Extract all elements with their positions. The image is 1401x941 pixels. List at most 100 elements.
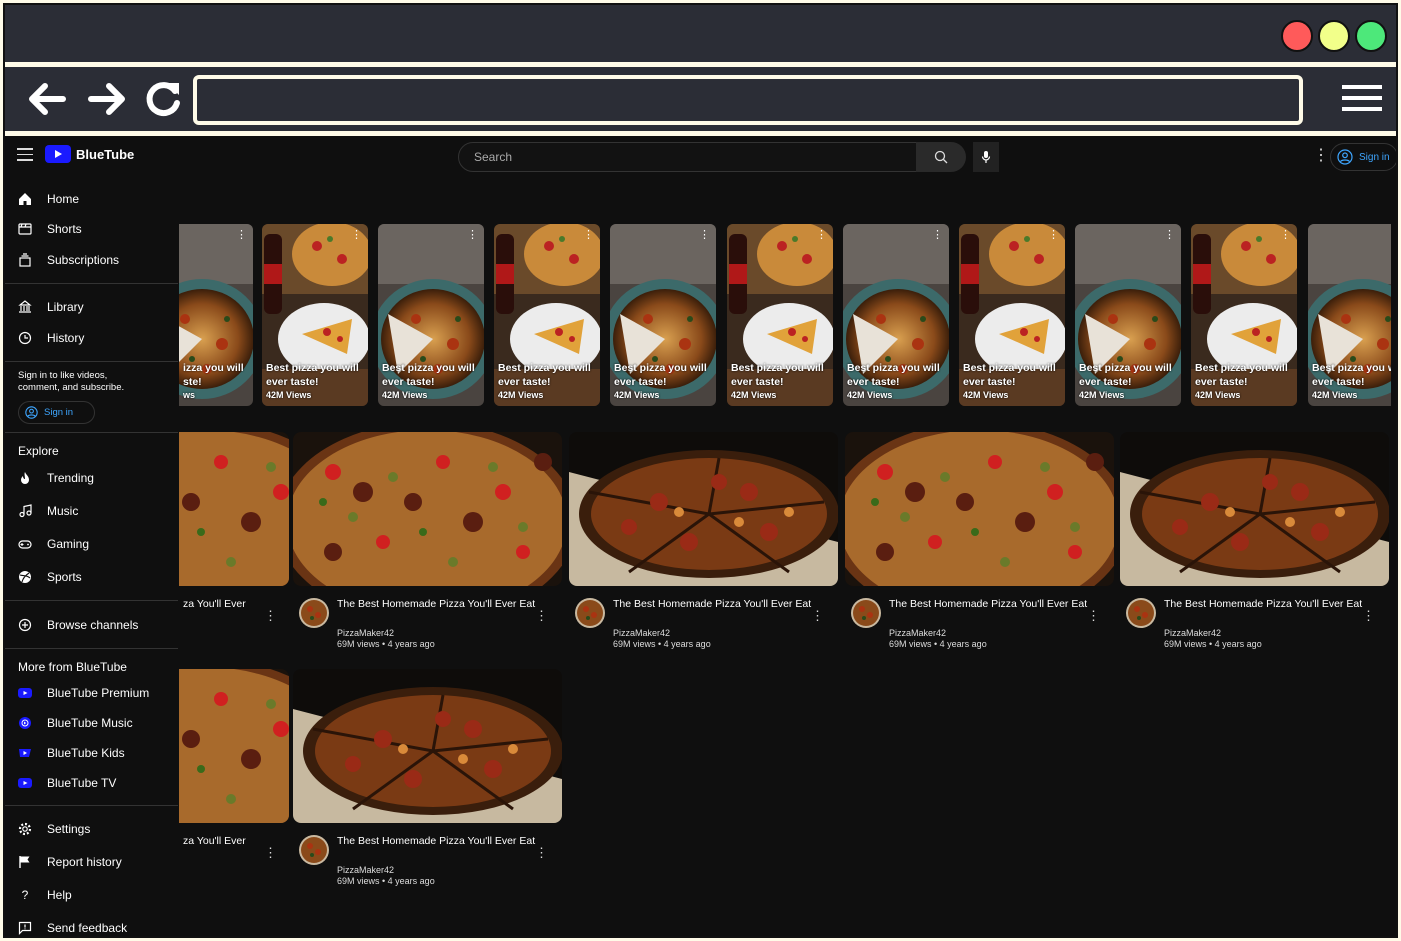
sidebar-item-library[interactable]: Library [5,293,178,321]
video-kebab-icon[interactable]: ⋮ [264,846,277,859]
sidebar-item-music[interactable]: Music [5,497,178,525]
short-card[interactable]: ⋮ Best pizza you will ever taste! 42M Vie… [1191,224,1297,406]
bluetube-page: BlueTube Search ⋮ Sign in Home Shorts Su… [5,136,1396,936]
search-button[interactable] [916,142,966,172]
video-meta: 69M views • 4 years ago [337,876,435,886]
sidebar-item-report-history[interactable]: Report history [5,848,178,876]
video-thumbnail[interactable] [569,432,838,586]
short-views: 42M Views [382,390,428,400]
short-card[interactable]: ⋮ Best pizza you will ever taste! 42M Vie… [262,224,368,406]
channel-avatar[interactable] [575,598,605,628]
account-icon [1337,149,1353,165]
channel-name[interactable]: PizzaMaker42 [337,865,394,875]
sidebar-item-bluetube-tv[interactable]: BlueTube TV [5,769,178,797]
bluetube-logo[interactable]: BlueTube [45,145,134,163]
sidebar-signin-button[interactable]: Sign in [18,401,95,424]
sidebar-item-help[interactable]: ? Help [5,881,178,909]
channel-avatar[interactable] [299,598,329,628]
settings-kebab-icon[interactable]: ⋮ [1313,148,1329,164]
sidebar-item-bluetube-music[interactable]: BlueTube Music [5,709,178,737]
video-card[interactable]: The Best Homemade Pizza You'll Ever Eat … [845,432,1114,649]
video-info: The Best Homemade Pizza You'll Ever Eat … [293,586,562,649]
forward-arrow-icon[interactable] [83,75,131,123]
sidebar-item-subscriptions[interactable]: Subscriptions [5,246,178,274]
hamburger-menu-icon[interactable] [17,148,33,162]
minimize-window-dot[interactable] [1318,20,1350,52]
channel-avatar[interactable] [1126,598,1156,628]
video-kebab-icon[interactable]: ⋮ [535,846,548,859]
short-kebab-icon[interactable]: ⋮ [1048,230,1059,241]
sidebar-item-bluetube-kids[interactable]: BlueTube Kids [5,739,178,767]
reload-icon[interactable] [139,75,187,123]
video-title[interactable]: The Best Homemade Pizza You'll Ever Eat [337,598,537,611]
video-card[interactable]: The Best Homemade Pizza You'll Ever Eat … [569,432,838,649]
music-app-icon [5,717,45,729]
short-card[interactable]: ⋮ Best pizza you will ever taste! 42M Vie… [843,224,949,406]
video-kebab-icon[interactable]: ⋮ [1362,609,1375,622]
short-card[interactable]: ⋮ Best pizza you wever taste! 42M Views [1308,224,1391,406]
signin-button[interactable]: Sign in [1330,143,1396,171]
video-thumbnail[interactable] [845,432,1114,586]
sidebar-item-browse-channels[interactable]: Browse channels [5,611,178,639]
sidebar-item-send-feedback[interactable]: Send feedback [5,914,178,936]
channel-name[interactable]: PizzaMaker42 [337,628,394,638]
short-kebab-icon[interactable]: ⋮ [1164,230,1175,241]
short-card[interactable]: ⋮ izza you will ste! ws [179,224,253,406]
microphone-button[interactable] [973,142,999,172]
short-title: Best pizza you will ever taste! [498,362,591,388]
short-views: 42M Views [1312,390,1358,400]
channel-name[interactable]: PizzaMaker42 [613,628,670,638]
video-card[interactable]: The Best Homemade Pizza You'll Ever Eat … [293,432,562,649]
sidebar-item-gaming[interactable]: Gaming [5,530,178,558]
short-card[interactable]: ⋮ Best pizza you will ever taste! 42M Vie… [494,224,600,406]
sidebar-item-trending[interactable]: Trending [5,464,178,492]
short-kebab-icon[interactable]: ⋮ [1280,230,1291,241]
short-kebab-icon[interactable]: ⋮ [932,230,943,241]
sidebar-item-premium[interactable]: BlueTube Premium [5,679,178,707]
video-kebab-icon[interactable]: ⋮ [535,609,548,622]
short-title: Best pizza you will ever taste! [1079,362,1172,388]
close-window-dot[interactable] [1281,20,1313,52]
short-card[interactable]: ⋮ Best pizza you will ever taste! 42M Vie… [378,224,484,406]
channel-name[interactable]: PizzaMaker42 [1164,628,1221,638]
search-input[interactable]: Search [458,142,918,172]
video-title[interactable]: The Best Homemade Pizza You'll Ever Eat [1164,598,1364,611]
short-kebab-icon[interactable]: ⋮ [236,230,247,241]
video-title[interactable]: The Best Homemade Pizza You'll Ever Eat [889,598,1089,611]
short-kebab-icon[interactable]: ⋮ [699,230,710,241]
back-arrow-icon[interactable] [23,75,71,123]
url-bar[interactable] [193,75,1303,125]
sidebar-item-sports[interactable]: Sports [5,563,178,591]
maximize-window-dot[interactable] [1355,20,1387,52]
short-card[interactable]: ⋮ Best pizza you will ever taste! 42M Vie… [1075,224,1181,406]
short-card[interactable]: ⋮ Best pizza you will ever taste! 42M Vie… [610,224,716,406]
short-views: 42M Views [963,390,1009,400]
explore-heading: Explore [18,444,59,458]
short-card[interactable]: ⋮ Best pizza you will ever taste! 42M Vie… [727,224,833,406]
short-kebab-icon[interactable]: ⋮ [816,230,827,241]
video-thumbnail[interactable] [293,432,562,586]
video-kebab-icon[interactable]: ⋮ [1087,609,1100,622]
sidebar-item-home[interactable]: Home [5,185,178,213]
video-thumbnail[interactable] [1120,432,1389,586]
browser-menu-icon[interactable] [1342,85,1382,113]
video-title[interactable]: The Best Homemade Pizza You'll Ever Eat [613,598,813,611]
video-kebab-icon[interactable]: ⋮ [264,609,277,622]
short-kebab-icon[interactable]: ⋮ [583,230,594,241]
short-kebab-icon[interactable]: ⋮ [351,230,362,241]
video-kebab-icon[interactable]: ⋮ [811,609,824,622]
channel-avatar[interactable] [851,598,881,628]
video-title[interactable]: The Best Homemade Pizza You'll Ever Eat [337,835,537,848]
channel-avatar[interactable] [299,835,329,865]
channel-name[interactable]: PizzaMaker42 [889,628,946,638]
video-thumbnail[interactable] [293,669,562,823]
title-bar [5,5,1396,62]
video-card[interactable]: The Best Homemade Pizza You'll Ever Eat … [293,669,562,886]
library-icon [5,300,45,314]
sidebar-item-history[interactable]: History [5,324,178,352]
sidebar-item-settings[interactable]: Settings [5,815,178,843]
video-card[interactable]: The Best Homemade Pizza You'll Ever Eat … [1120,432,1389,649]
short-card[interactable]: ⋮ Best pizza you will ever taste! 42M Vie… [959,224,1065,406]
sidebar-item-shorts[interactable]: Shorts [5,215,178,243]
short-kebab-icon[interactable]: ⋮ [467,230,478,241]
